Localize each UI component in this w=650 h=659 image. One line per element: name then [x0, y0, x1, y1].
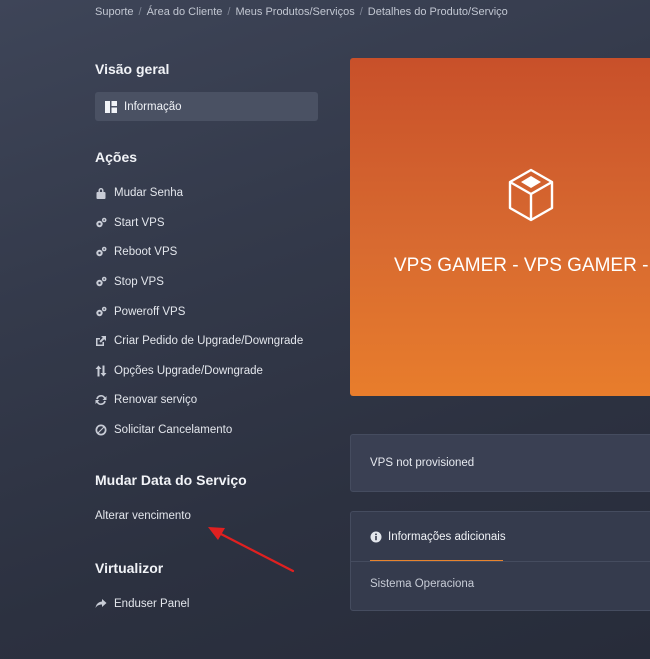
breadcrumb: Suporte / Área do Cliente / Meus Produtos/Se… — [95, 6, 508, 18]
product-title: VPS GAMER - VPS GAMER - 40 — [394, 255, 650, 276]
action-enduser-panel[interactable]: Enduser Panel — [95, 594, 189, 614]
action-start-vps[interactable]: Start VPS — [95, 213, 165, 233]
additional-info-panel: Informações adicionais Sistema Operacion… — [350, 511, 650, 611]
ban-icon — [95, 424, 107, 436]
action-label: Criar Pedido de Upgrade/Downgrade — [114, 335, 304, 347]
action-label: Start VPS — [114, 217, 165, 229]
breadcrumb-separator: / — [227, 6, 231, 18]
action-label: Stop VPS — [114, 276, 164, 288]
action-label: Renovar serviço — [114, 394, 198, 406]
action-label: Mudar Senha — [114, 187, 184, 199]
breadcrumb-my-products[interactable]: Meus Produtos/Serviços — [235, 6, 354, 18]
action-label: Opções Upgrade/Downgrade — [114, 365, 263, 377]
breadcrumb-separator: / — [138, 6, 142, 18]
sort-arrows-icon — [95, 365, 107, 377]
overview-title: Visão geral — [95, 61, 170, 77]
action-label: Enduser Panel — [114, 598, 190, 610]
action-reboot-vps[interactable]: Reboot VPS — [95, 242, 177, 262]
breadcrumb-separator: / — [359, 6, 363, 18]
dashboard-icon — [105, 100, 117, 113]
action-renew-service[interactable]: Renovar serviço — [95, 390, 197, 410]
info-circle-icon — [370, 531, 382, 543]
action-create-upgrade-order[interactable]: Criar Pedido de Upgrade/Downgrade — [95, 331, 303, 351]
sidebar-item-label: Informação — [124, 100, 182, 113]
tab-additional-info[interactable]: Informações adicionais — [370, 512, 506, 562]
action-stop-vps[interactable]: Stop VPS — [95, 272, 164, 292]
breadcrumb-support[interactable]: Suporte — [95, 6, 134, 18]
annotation-arrow-icon — [208, 527, 295, 573]
cogs-icon — [95, 306, 107, 318]
change-due-date-link[interactable]: Alterar vencimento — [95, 510, 191, 522]
cogs-icon — [95, 217, 107, 229]
actions-title: Ações — [95, 149, 138, 165]
tab-label: Informações adicionais — [388, 530, 506, 543]
sync-icon — [95, 394, 107, 406]
divider — [351, 561, 650, 562]
action-label: Poweroff VPS — [114, 306, 186, 318]
status-panel: VPS not provisioned — [350, 434, 650, 492]
virtualizor-title: Virtualizor — [95, 560, 164, 576]
action-label: Solicitar Cancelamento — [114, 424, 233, 436]
action-label: Reboot VPS — [114, 246, 178, 258]
share-icon — [95, 598, 107, 610]
sidebar-item-information[interactable]: Informação — [95, 92, 318, 121]
action-request-cancellation[interactable]: Solicitar Cancelamento — [95, 420, 232, 440]
breadcrumb-current: Detalhes do Produto/Serviço — [367, 6, 508, 18]
action-poweroff-vps[interactable]: Poweroff VPS — [95, 302, 185, 322]
os-label: Sistema Operaciona — [370, 578, 475, 590]
cogs-icon — [95, 246, 107, 258]
lock-icon — [95, 187, 107, 199]
external-link-icon — [95, 335, 107, 347]
cube-icon — [508, 168, 554, 222]
cogs-icon — [95, 276, 107, 288]
product-card: VPS GAMER - VPS GAMER - 40 — [350, 58, 650, 396]
change-date-title: Mudar Data do Serviço — [95, 472, 247, 488]
status-text: VPS not provisioned — [370, 457, 475, 469]
breadcrumb-client-area[interactable]: Área do Cliente — [147, 6, 223, 18]
action-upgrade-options[interactable]: Opções Upgrade/Downgrade — [95, 361, 263, 381]
action-change-password[interactable]: Mudar Senha — [95, 183, 183, 203]
